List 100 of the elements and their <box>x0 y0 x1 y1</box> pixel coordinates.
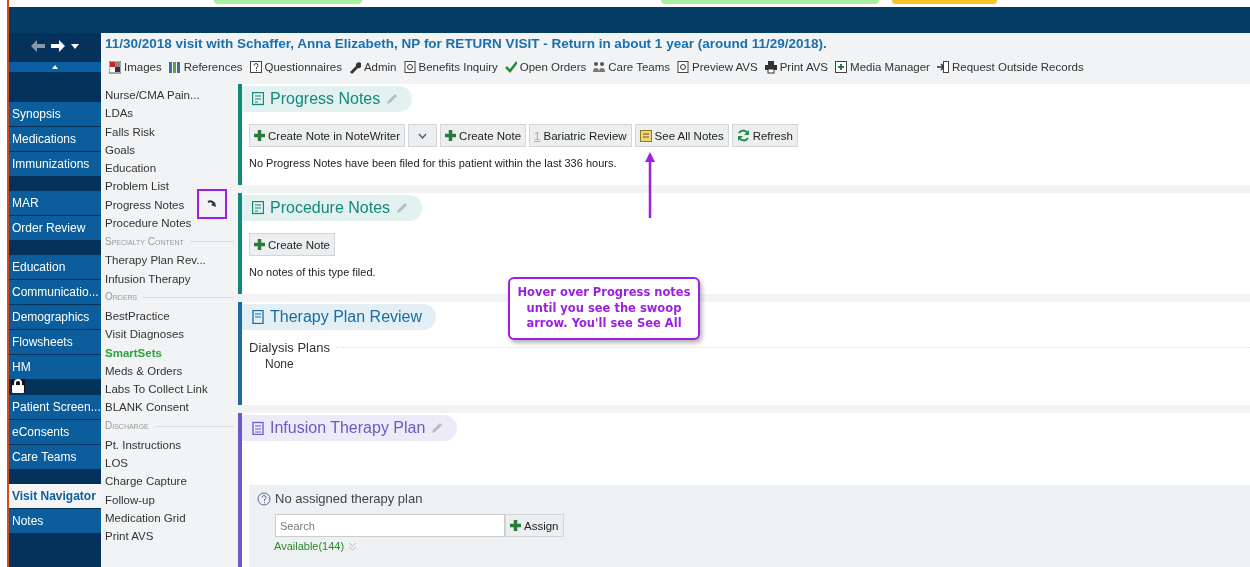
forward-arrow-icon[interactable] <box>51 40 65 52</box>
toolbar-button[interactable]: Preview AVS <box>677 60 758 74</box>
navigator-link[interactable]: Problem List <box>105 177 238 196</box>
caret-up-icon[interactable] <box>52 65 58 69</box>
count-label: 1 <box>534 129 541 142</box>
assign-button[interactable]: Assign <box>505 514 564 537</box>
note-icon <box>639 129 652 142</box>
refresh-button[interactable]: Refresh <box>731 124 798 147</box>
sidebar-item[interactable]: MAR <box>9 191 101 215</box>
note-button[interactable]: Create Note in NoteWriter <box>249 124 406 147</box>
document-icon <box>252 92 264 106</box>
navigator-link[interactable]: Charge Capture <box>105 472 238 491</box>
navigator-link[interactable]: Follow-up <box>105 490 238 509</box>
navigator-link[interactable]: LOS <box>105 454 238 473</box>
chevron-down-icon <box>418 132 428 139</box>
empty-message: No Progress Notes have been filed for this patient within the last 336 hours. <box>248 156 617 171</box>
toolbar-button[interactable]: Print AVS <box>764 60 829 74</box>
image-grid-icon <box>109 60 121 74</box>
toolbar-button[interactable]: Request Outside Records <box>936 60 1084 74</box>
section-heading: Orders <box>105 287 238 307</box>
dropdown-button[interactable] <box>408 124 438 147</box>
navigator-link[interactable]: Goals <box>105 140 238 160</box>
section-title: Procedure Notes <box>270 199 391 217</box>
navigator-link[interactable]: Pt. Instructions <box>105 435 238 455</box>
navigator-link[interactable]: Meds & Orders <box>105 361 238 381</box>
sidebar-item[interactable]: Synopsis <box>9 102 101 126</box>
sidebar-item[interactable]: Visit Navigator <box>9 484 101 508</box>
button-label: Bariatric Review <box>543 129 627 142</box>
document-icon <box>252 421 264 435</box>
dropdown-caret-icon[interactable] <box>71 43 79 49</box>
pencil-icon[interactable] <box>386 93 399 105</box>
navigator-link[interactable]: Print AVS <box>105 527 238 546</box>
pencil-icon[interactable] <box>431 422 444 434</box>
pencil-icon[interactable] <box>396 202 409 214</box>
up-arrow-icon <box>644 152 656 220</box>
plan-message: No assigned therapy plan <box>275 491 423 506</box>
lock-icon[interactable] <box>11 379 25 393</box>
note-button[interactable]: Create Note <box>440 124 527 147</box>
search-field[interactable]: Search <box>275 514 505 537</box>
plus-icon <box>445 130 457 141</box>
toolbar-button[interactable]: Media Manager <box>835 60 930 74</box>
sidebar-item[interactable]: Demographics <box>9 305 101 329</box>
toolbar-button[interactable]: Images <box>109 60 162 74</box>
sidebar-item[interactable]: Immunizations <box>9 152 101 176</box>
section-heading: Specialty Content <box>105 232 238 252</box>
toolbar-button[interactable]: Open Orders <box>504 60 587 74</box>
section-title: Therapy Plan Review <box>270 308 423 326</box>
sidebar-item[interactable]: Care Teams <box>9 445 101 469</box>
printer-icon <box>764 60 777 74</box>
navigator-link[interactable]: Therapy Plan Rev... <box>105 251 238 270</box>
navigator-link[interactable]: Procedure Notes <box>105 214 238 233</box>
navigator-link[interactable]: Infusion Therapy <box>105 269 238 288</box>
navigator-link[interactable]: Labs To Collect Link <box>105 380 238 399</box>
toolbar-button[interactable]: Questionnaires <box>249 60 342 74</box>
tab-edge[interactable] <box>892 0 997 4</box>
toolbar-button[interactable]: Admin <box>348 60 397 74</box>
refresh-icon <box>736 129 750 142</box>
subheading: Dialysis Plans <box>249 340 330 355</box>
callout-note: Hover over Progress notes until you see the swoop arrow. You'll see See All <box>508 277 700 340</box>
question-document-icon <box>249 60 262 74</box>
navigator-link[interactable]: BestPractice <box>105 306 238 326</box>
document-icon <box>252 310 264 324</box>
sidebar-item[interactable]: HM <box>9 355 101 379</box>
sidebar-item[interactable]: Notes <box>9 509 101 533</box>
toolbar-button[interactable]: Care Teams <box>593 60 671 74</box>
wrench-icon <box>348 60 361 74</box>
sidebar-item[interactable]: Patient Screen... <box>9 395 101 419</box>
note-button[interactable]: 1 Bariatric Review <box>529 124 632 147</box>
plus-icon <box>254 130 265 141</box>
sidebar-item[interactable]: Communicatio... <box>9 280 101 304</box>
note-button[interactable]: Create Note <box>249 233 335 256</box>
sidebar-item[interactable]: Education <box>9 255 101 279</box>
checkmark-icon <box>504 60 517 74</box>
help-icon <box>257 491 271 506</box>
toolbar-button[interactable]: References <box>168 60 243 74</box>
double-chevron-icon <box>348 541 358 551</box>
sidebar-item[interactable]: Order Review <box>9 216 101 240</box>
back-arrow-icon[interactable] <box>31 40 45 52</box>
section-title: Progress Notes <box>270 90 381 108</box>
navigator-link[interactable]: Nurse/CMA Pain... <box>105 86 238 105</box>
section-heading: Discharge <box>105 416 238 436</box>
navigator-link[interactable]: Falls Risk <box>105 122 238 141</box>
sidebar-item[interactable]: Flowsheets <box>9 330 101 354</box>
sidebar-item[interactable]: Medications <box>9 127 101 151</box>
people-icon <box>593 60 606 74</box>
arrow-into-document-icon <box>936 60 949 74</box>
navigator-link[interactable]: BLANK Consent <box>105 398 238 417</box>
document-search-icon <box>677 60 690 74</box>
navigator-link[interactable]: Visit Diagnoses <box>105 325 238 344</box>
note-button[interactable]: See All Notes <box>634 124 729 147</box>
plus-icon <box>510 520 521 531</box>
navigator-link[interactable]: LDAs <box>105 104 238 123</box>
books-icon <box>168 60 181 74</box>
navigator-link[interactable]: Education <box>105 159 238 178</box>
sidebar-item[interactable]: eConsents <box>9 420 101 444</box>
plan-value: None <box>264 356 295 373</box>
navigator-link[interactable]: Progress Notes <box>105 195 185 215</box>
navigator-link[interactable]: Medication Grid <box>105 508 238 528</box>
available-link[interactable]: Available(144) <box>274 540 345 552</box>
toolbar-button[interactable]: Benefits Inquiry <box>403 60 498 74</box>
